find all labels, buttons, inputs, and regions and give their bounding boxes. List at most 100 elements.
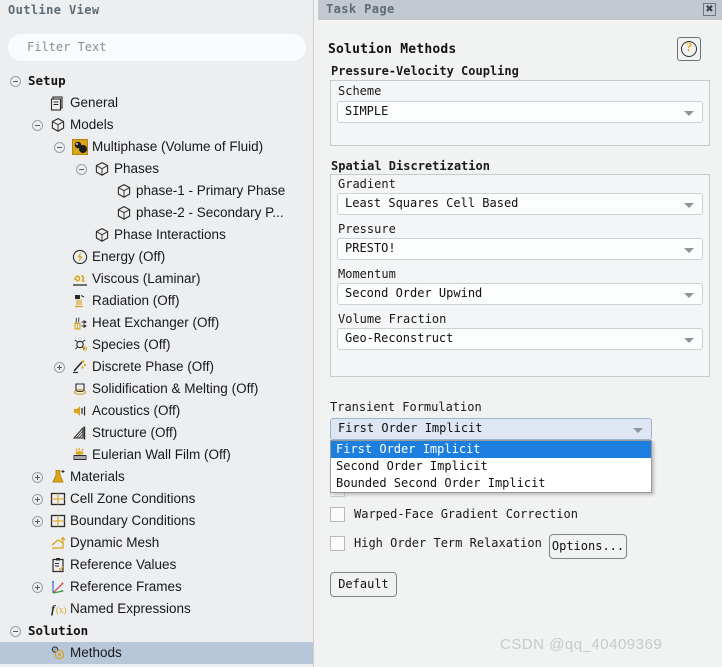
dropdown-option[interactable]: Bounded Second Order Implicit — [331, 475, 651, 492]
energy-icon — [72, 249, 88, 265]
sidebar-item-radiation-off[interactable]: Radiation (Off) — [0, 290, 313, 312]
sidebar-item-label: Named Expressions — [70, 601, 191, 616]
sidebar-item-label: Multiphase (Volume of Fluid) — [92, 139, 264, 154]
chevron-down-icon — [684, 203, 694, 208]
pressure-velocity-group-label: Pressure-Velocity Coupling — [331, 64, 519, 78]
dropdown-option[interactable]: First Order Implicit — [331, 441, 651, 458]
sidebar-item-label: Materials — [70, 469, 125, 484]
reference-values-icon — [50, 557, 66, 573]
sidebar-item-dynamic-mesh[interactable]: Dynamic Mesh — [0, 532, 313, 554]
sidebar-item-label: Cell Zone Conditions — [70, 491, 196, 506]
sidebar-item-methods[interactable]: Methods — [0, 642, 313, 664]
sidebar-item-label: Phases — [114, 161, 160, 176]
expand-icon[interactable] — [32, 516, 43, 527]
acoustics-icon — [72, 403, 88, 419]
expand-icon[interactable] — [32, 582, 43, 593]
models-icon — [116, 205, 132, 221]
sidebar-item-energy-off[interactable]: Energy (Off) — [0, 246, 313, 268]
sidebar-item-label: Radiation (Off) — [92, 293, 180, 308]
dropdown-option[interactable]: Second Order Implicit — [331, 458, 651, 475]
sidebar-item-phase-1-primary-phase[interactable]: phase-1 - Primary Phase — [0, 180, 313, 202]
sidebar-item-setup[interactable]: Setup — [0, 70, 313, 92]
expand-icon[interactable] — [54, 362, 65, 373]
pressure-label: Pressure — [338, 222, 396, 236]
volume-fraction-value: Geo-Reconstruct — [345, 331, 454, 345]
page-title: Solution Methods — [328, 42, 457, 57]
high-order-checkbox[interactable] — [330, 536, 345, 551]
pressure-combo[interactable]: PRESTO! — [337, 238, 703, 260]
transient-formulation-combo[interactable]: First Order Implicit — [330, 418, 652, 440]
sidebar-item-materials[interactable]: Materials — [0, 466, 313, 488]
help-question-glyph: ? — [685, 39, 693, 54]
momentum-value: Second Order Upwind — [345, 286, 483, 300]
sidebar-item-named-expressions[interactable]: f (x) Named Expressions — [0, 598, 313, 620]
transient-formulation-label: Transient Formulation — [330, 400, 482, 414]
filter-text-input[interactable]: Filter Text — [8, 34, 306, 61]
sidebar-item-phase-2-secondary-p[interactable]: phase-2 - Secondary P... — [0, 202, 313, 224]
sidebar-item-label: Acoustics (Off) — [92, 403, 181, 418]
close-icon[interactable]: ✖ — [703, 3, 716, 16]
outline-tree: Setup General Models Multiphase (Volume of … — [0, 70, 313, 667]
sidebar-item-acoustics-off[interactable]: Acoustics (Off) — [0, 400, 313, 422]
scheme-label: Scheme — [338, 84, 382, 98]
filter-text-placeholder: Filter Text — [27, 40, 107, 54]
default-button[interactable]: Default — [330, 572, 397, 597]
help-button[interactable]: ? — [677, 37, 701, 61]
collapse-icon[interactable] — [76, 164, 87, 175]
sidebar-item-phase-interactions[interactable]: Phase Interactions — [0, 224, 313, 246]
methods-icon — [50, 645, 66, 661]
sidebar-item-label: Solidification & Melting (Off) — [92, 381, 259, 396]
collapse-icon[interactable] — [10, 626, 21, 637]
sidebar-item-eulerian-wall-film-off[interactable]: Eulerian Wall Film (Off) — [0, 444, 313, 466]
pressure-value: PRESTO! — [345, 241, 396, 255]
discrete-phase-icon — [72, 359, 88, 375]
task-page-header: Task Page ✖ — [318, 0, 722, 20]
grid-icon — [50, 513, 66, 529]
sidebar-item-label: Viscous (Laminar) — [92, 271, 201, 286]
sidebar-item-structure-off[interactable]: Structure (Off) — [0, 422, 313, 444]
sidebar-item-heat-exchanger-off[interactable]: Heat Exchanger (Off) — [0, 312, 313, 334]
task-page-panel: Task Page ✖ Solution Methods ? Pressure-… — [318, 0, 722, 667]
sidebar-item-general[interactable]: General — [0, 92, 313, 114]
models-icon — [50, 117, 66, 133]
outline-view-title: Outline View — [8, 3, 100, 17]
sidebar-item-discrete-phase-off[interactable]: Discrete Phase (Off) — [0, 356, 313, 378]
sidebar-item-label: Energy (Off) — [92, 249, 166, 264]
options-button[interactable]: Options... — [549, 534, 627, 559]
volume-fraction-combo[interactable]: Geo-Reconstruct — [337, 328, 703, 350]
scheme-combo[interactable]: SIMPLE — [337, 101, 703, 123]
species-icon — [72, 337, 88, 353]
expand-icon[interactable] — [32, 472, 43, 483]
sidebar-item-cell-zone-conditions[interactable]: Cell Zone Conditions — [0, 488, 313, 510]
sidebar-item-label: Reference Values — [70, 557, 177, 572]
expand-icon[interactable] — [32, 494, 43, 505]
reference-frames-icon — [50, 579, 66, 595]
viscous-icon — [72, 271, 88, 287]
sidebar-item-models[interactable]: Models — [0, 114, 313, 136]
collapse-icon[interactable] — [10, 76, 21, 87]
sidebar-item-solidification-melting-off[interactable]: Solidification & Melting (Off) — [0, 378, 313, 400]
sidebar-item-reference-frames[interactable]: Reference Frames — [0, 576, 313, 598]
gradient-combo[interactable]: Least Squares Cell Based — [337, 193, 703, 215]
sidebar-item-label: phase-2 - Secondary P... — [136, 205, 284, 220]
momentum-combo[interactable]: Second Order Upwind — [337, 283, 703, 305]
sidebar-item-reference-values[interactable]: Reference Values — [0, 554, 313, 576]
collapse-icon[interactable] — [54, 142, 65, 153]
sidebar-item-label: Solution — [28, 623, 89, 638]
sidebar-item-label: phase-1 - Primary Phase — [136, 183, 286, 198]
sidebar-item-viscous-laminar[interactable]: Viscous (Laminar) — [0, 268, 313, 290]
sidebar-item-label: Methods — [70, 645, 122, 660]
sidebar-item-label: General — [70, 95, 119, 110]
sidebar-item-label: Reference Frames — [70, 579, 182, 594]
transient-formulation-dropdown[interactable]: First Order Implicit Second Order Implici… — [330, 440, 652, 493]
sidebar-item-phases[interactable]: Phases — [0, 158, 313, 180]
sidebar-item-multiphase-volume-of-fluid[interactable]: Multiphase (Volume of Fluid) — [0, 136, 313, 158]
sidebar-item-species-off[interactable]: Species (Off) — [0, 334, 313, 356]
multiphase-icon — [72, 139, 88, 155]
sidebar-item-boundary-conditions[interactable]: Boundary Conditions — [0, 510, 313, 532]
collapse-icon[interactable] — [32, 120, 43, 131]
chevron-down-icon — [684, 293, 694, 298]
chevron-down-icon — [633, 428, 643, 433]
warped-face-checkbox[interactable] — [330, 507, 345, 522]
sidebar-item-solution[interactable]: Solution — [0, 620, 313, 642]
